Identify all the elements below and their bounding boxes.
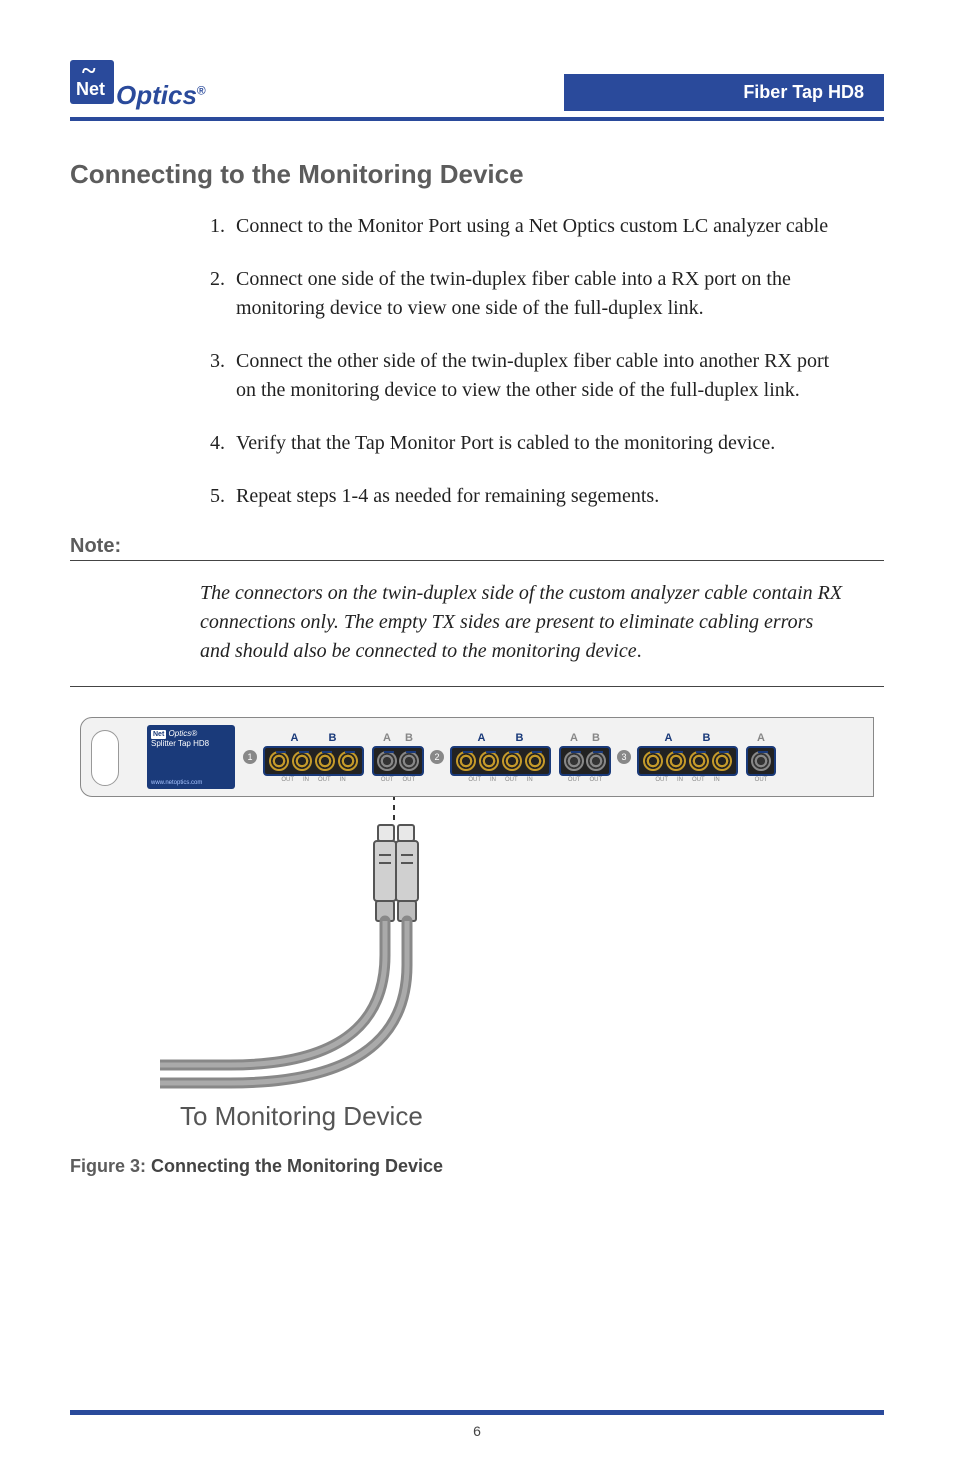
io-label: OUT	[505, 777, 518, 783]
logo-mark	[70, 60, 114, 104]
io-label: OUT	[318, 777, 331, 783]
footer-rule	[70, 1410, 884, 1415]
device-label-panel: Net Optics® Splitter Tap HD8 www.netopti…	[147, 725, 235, 789]
monitor-port	[751, 751, 771, 771]
io-label: OUT	[568, 777, 581, 783]
page-header: Optics® Fiber Tap HD8	[70, 60, 884, 111]
brand-logo: Optics®	[70, 60, 206, 111]
label-a: A	[478, 732, 486, 744]
step-item: Verify that the Tap Monitor Port is cabl…	[230, 429, 844, 458]
fiber-port	[643, 751, 663, 771]
io-label: OUT	[381, 777, 394, 783]
note-text: The connectors on the twin-duplex side o…	[200, 582, 842, 662]
monitor-port	[564, 751, 584, 771]
step-item: Connect to the Monitor Port using a Net …	[230, 212, 844, 241]
io-label: OUT	[403, 777, 416, 783]
note-period: .	[637, 640, 642, 662]
label-a: A	[291, 732, 299, 744]
product-badge: Fiber Tap HD8	[564, 74, 884, 111]
cable-diagram	[160, 795, 520, 1095]
logo-registered: ®	[197, 83, 206, 97]
label-b: B	[516, 732, 524, 744]
mini-optics: Optics®	[169, 729, 198, 738]
io-label: IN	[677, 777, 683, 783]
label-b: B	[592, 732, 600, 744]
fiber-port	[479, 751, 499, 771]
io-label: OUT	[281, 777, 294, 783]
io-label: IN	[340, 777, 346, 783]
note-heading-row: Note:	[70, 535, 884, 561]
monitor-port	[586, 751, 606, 771]
label-b: B	[405, 732, 413, 744]
step-item: Repeat steps 1-4 as needed for remaining…	[230, 482, 844, 511]
io-label: OUT	[755, 777, 768, 783]
io-label: OUT	[590, 777, 603, 783]
io-label: OUT	[692, 777, 705, 783]
instruction-list: Connect to the Monitor Port using a Net …	[230, 212, 844, 511]
fiber-port	[315, 751, 335, 771]
step-item: Connect one side of the twin-duplex fibe…	[230, 265, 844, 323]
fiber-port	[456, 751, 476, 771]
label-a: A	[757, 732, 765, 744]
label-a: A	[570, 732, 578, 744]
fiber-port	[292, 751, 312, 771]
io-label: IN	[527, 777, 533, 783]
device-product-name: Splitter Tap HD8	[151, 739, 209, 748]
group-number-3: 3	[617, 750, 631, 764]
port-group-1-network: A B OUT IN OUT IN	[263, 732, 364, 783]
figure-title: Connecting the Monitoring Device	[146, 1156, 443, 1176]
port-group-3-partial: A OUT	[746, 732, 776, 783]
label-b: B	[703, 732, 711, 744]
group-number-1: 1	[243, 750, 257, 764]
device-handle	[91, 730, 119, 786]
io-label: IN	[714, 777, 720, 783]
label-b: B	[329, 732, 337, 744]
fiber-port	[269, 751, 289, 771]
port-group-3-network: A B OUT IN OUT IN	[637, 732, 738, 783]
figure-number: Figure 3:	[70, 1156, 146, 1176]
note-label: Note:	[70, 535, 121, 558]
group-number-2: 2	[430, 750, 444, 764]
note-closing-rule	[70, 686, 884, 687]
port-group-1-monitor: A B OUT OUT	[372, 732, 424, 783]
diagram-caption: To Monitoring Device	[180, 1101, 874, 1132]
fiber-port	[666, 751, 686, 771]
io-label: OUT	[655, 777, 668, 783]
monitor-port	[399, 751, 419, 771]
fiber-port	[502, 751, 522, 771]
page-number: 6	[0, 1423, 954, 1439]
monitor-port	[377, 751, 397, 771]
logo-text: Optics®	[116, 80, 206, 111]
fiber-port	[338, 751, 358, 771]
note-body: The connectors on the twin-duplex side o…	[200, 579, 844, 666]
step-item: Connect the other side of the twin-duple…	[230, 347, 844, 405]
label-a: A	[383, 732, 391, 744]
section-heading: Connecting to the Monitoring Device	[70, 159, 884, 190]
io-label: OUT	[468, 777, 481, 783]
header-rule	[70, 117, 884, 121]
figure-diagram: Net Optics® Splitter Tap HD8 www.netopti…	[80, 717, 874, 1132]
port-group-2-monitor: A B OUT OUT	[559, 732, 611, 783]
fiber-port	[525, 751, 545, 771]
label-a: A	[665, 732, 673, 744]
fiber-port	[689, 751, 709, 771]
fiber-port	[712, 751, 732, 771]
mini-logo: Net	[151, 730, 166, 739]
io-label: IN	[490, 777, 496, 783]
figure-label: Figure 3: Connecting the Monitoring Devi…	[70, 1156, 884, 1177]
logo-word: Optics	[116, 80, 197, 110]
port-group-2-network: A B OUT IN OUT IN	[450, 732, 551, 783]
device-front-panel: Net Optics® Splitter Tap HD8 www.netopti…	[80, 717, 874, 797]
io-label: IN	[303, 777, 309, 783]
device-url: www.netoptics.com	[151, 780, 202, 786]
